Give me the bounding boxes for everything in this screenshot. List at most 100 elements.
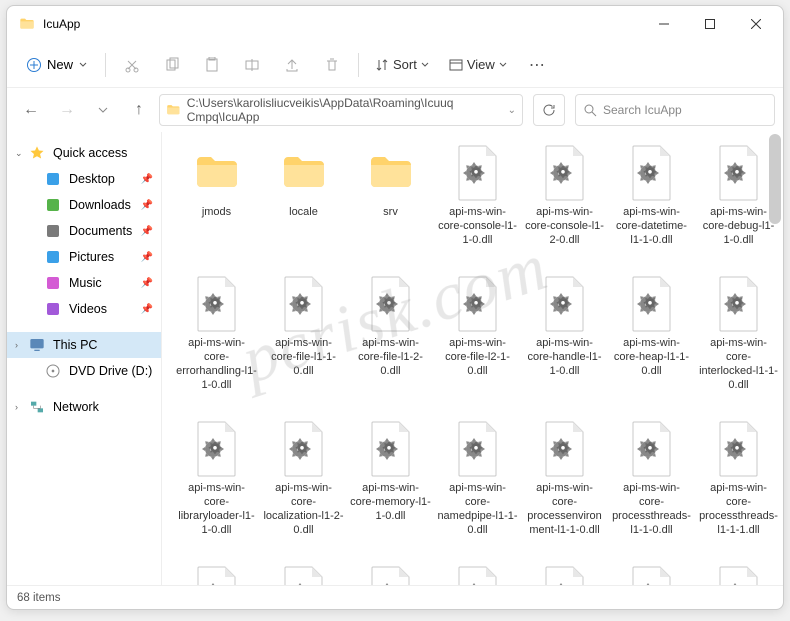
- music-icon: [45, 275, 61, 291]
- dll-icon: [364, 565, 418, 585]
- dll-icon: [712, 275, 766, 333]
- file-item[interactable]: api-ms-win-core-namedpipe-l1-1-0.dll: [435, 420, 520, 537]
- sidebar-this-pc[interactable]: › This PC: [7, 332, 161, 358]
- dll-icon: [451, 420, 505, 478]
- cut-button[interactable]: [114, 47, 150, 83]
- sidebar-dvd[interactable]: DVD Drive (D:) CCCC: [7, 358, 161, 384]
- file-label: api-ms-win-core-localization-l1-2-0.dll: [261, 482, 346, 537]
- close-button[interactable]: [733, 8, 779, 40]
- file-item[interactable]: api-ms-win-core-libraryloader-l1-1-0.dll: [174, 420, 259, 537]
- quick-access-header[interactable]: ⌄ Quick access: [7, 140, 161, 166]
- file-item[interactable]: api-ms-win-core-handle-l1-1-0.dll: [522, 275, 607, 392]
- file-item[interactable]: api-ms-win-core-rtlsupport-l1-1-0.dll: [261, 565, 346, 585]
- window-icon: [19, 16, 35, 32]
- back-button[interactable]: ←: [15, 94, 47, 126]
- file-item[interactable]: api-ms-win-core-synch-l1-2-0.dll: [522, 565, 607, 585]
- file-label: api-ms-win-core-libraryloader-l1-1-0.dll: [174, 482, 259, 537]
- more-button[interactable]: ⋯: [519, 47, 555, 83]
- sidebar-item-downloads[interactable]: Downloads 📌: [7, 192, 161, 218]
- sidebar-item-label: Downloads: [69, 198, 131, 212]
- dll-icon: [712, 565, 766, 585]
- chevron-down-icon[interactable]: ⌄: [508, 105, 516, 116]
- folder-item[interactable]: jmods: [174, 144, 259, 247]
- file-item[interactable]: api-ms-win-core-interlocked-l1-1-0.dll: [696, 275, 781, 392]
- sidebar-item-music[interactable]: Music📌: [7, 270, 161, 296]
- rename-button[interactable]: [234, 47, 270, 83]
- sort-button[interactable]: Sort: [367, 53, 437, 76]
- file-view[interactable]: jmodslocalesrvapi-ms-win-core-console-l1…: [162, 132, 783, 585]
- sidebar-item-pictures[interactable]: Pictures📌: [7, 244, 161, 270]
- view-button[interactable]: View: [441, 53, 515, 76]
- file-item[interactable]: api-ms-win-core-file-l1-1-0.dll: [261, 275, 346, 392]
- search-placeholder: Search IcuApp: [603, 103, 682, 117]
- file-item[interactable]: api-ms-win-core-profile-l1-1-0.dll: [174, 565, 259, 585]
- pic-icon: [45, 249, 61, 265]
- dll-icon: [190, 420, 244, 478]
- file-item[interactable]: api-ms-win-core-processthreads-l1-1-0.dl…: [609, 420, 694, 537]
- file-item[interactable]: api-ms-win-core-errorhandling-l1-1-0.dll: [174, 275, 259, 392]
- desktop-icon: [45, 171, 61, 187]
- maximize-button[interactable]: [687, 8, 733, 40]
- file-item[interactable]: api-ms-win-core-processenvironment-l1-1-…: [522, 420, 607, 537]
- window-title: IcuApp: [43, 17, 641, 31]
- titlebar: IcuApp: [7, 6, 783, 42]
- disc-icon: [45, 363, 61, 379]
- plus-icon: [27, 58, 41, 72]
- toolbar: New Sort View ⋯: [7, 42, 783, 88]
- search-input[interactable]: Search IcuApp: [575, 94, 775, 126]
- file-item[interactable]: api-ms-win-core-heap-l1-1-0.dll: [609, 275, 694, 392]
- folder-item[interactable]: locale: [261, 144, 346, 247]
- share-button[interactable]: [274, 47, 310, 83]
- sidebar-item-documents[interactable]: Documents📌: [7, 218, 161, 244]
- file-item[interactable]: api-ms-win-core-synch-l1-1-0.dll: [435, 565, 520, 585]
- file-label: api-ms-win-core-handle-l1-1-0.dll: [522, 337, 607, 378]
- file-item[interactable]: api-ms-win-core-string-l1-1-0.dll: [348, 565, 433, 585]
- sidebar-item-videos[interactable]: Videos📌: [7, 296, 161, 322]
- folder-item[interactable]: srv: [348, 144, 433, 247]
- file-label: api-ms-win-core-interlocked-l1-1-0.dll: [696, 337, 781, 392]
- dll-icon: [277, 420, 331, 478]
- file-label: api-ms-win-core-file-l2-1-0.dll: [435, 337, 520, 378]
- file-item[interactable]: api-ms-win-core-sysinfo-l1-1-0.dll: [609, 565, 694, 585]
- file-label: jmods: [200, 206, 233, 220]
- file-item[interactable]: api-ms-win-core-localization-l1-2-0.dll: [261, 420, 346, 537]
- sidebar-item-label: Pictures: [69, 250, 114, 264]
- forward-button[interactable]: →: [51, 94, 83, 126]
- star-icon: [29, 145, 45, 161]
- dll-icon: [277, 275, 331, 333]
- dll-icon: [538, 420, 592, 478]
- chevron-right-icon[interactable]: ›: [15, 340, 18, 350]
- chevron-right-icon[interactable]: ›: [15, 402, 18, 412]
- copy-button[interactable]: [154, 47, 190, 83]
- scrollbar[interactable]: [769, 134, 781, 224]
- file-item[interactable]: api-ms-win-core-console-l1-1-0.dll: [435, 144, 520, 247]
- address-bar[interactable]: C:\Users\karolisliucveikis\AppData\Roami…: [159, 94, 523, 126]
- file-item[interactable]: api-ms-win-core-console-l1-2-0.dll: [522, 144, 607, 247]
- chevron-down-icon[interactable]: ⌄: [15, 148, 23, 159]
- folder-icon: [364, 144, 418, 202]
- file-item[interactable]: api-ms-win-core-memory-l1-1-0.dll: [348, 420, 433, 537]
- up-button[interactable]: ↑: [123, 94, 155, 126]
- recent-button[interactable]: [87, 94, 119, 126]
- file-label: locale: [287, 206, 320, 220]
- new-button[interactable]: New: [17, 53, 97, 76]
- delete-button[interactable]: [314, 47, 350, 83]
- dll-icon: [190, 275, 244, 333]
- file-label: api-ms-win-core-console-l1-2-0.dll: [522, 206, 607, 247]
- file-label: api-ms-win-core-datetime-l1-1-0.dll: [609, 206, 694, 247]
- sidebar-network[interactable]: › Network: [7, 394, 161, 420]
- paste-button[interactable]: [194, 47, 230, 83]
- pin-icon: 📌: [141, 200, 153, 211]
- download-icon: [45, 197, 61, 213]
- file-item[interactable]: api-ms-win-core-file-l2-1-0.dll: [435, 275, 520, 392]
- sidebar-item-desktop[interactable]: Desktop📌: [7, 166, 161, 192]
- dll-icon: [625, 144, 679, 202]
- file-label: api-ms-win-core-heap-l1-1-0.dll: [609, 337, 694, 378]
- minimize-button[interactable]: [641, 8, 687, 40]
- file-item[interactable]: api-ms-win-core-timezone-l1-1-0.dll: [696, 565, 781, 585]
- file-item[interactable]: api-ms-win-core-processthreads-l1-1-1.dl…: [696, 420, 781, 537]
- refresh-button[interactable]: [533, 94, 565, 126]
- sort-icon: [375, 58, 389, 72]
- file-item[interactable]: api-ms-win-core-file-l1-2-0.dll: [348, 275, 433, 392]
- file-item[interactable]: api-ms-win-core-datetime-l1-1-0.dll: [609, 144, 694, 247]
